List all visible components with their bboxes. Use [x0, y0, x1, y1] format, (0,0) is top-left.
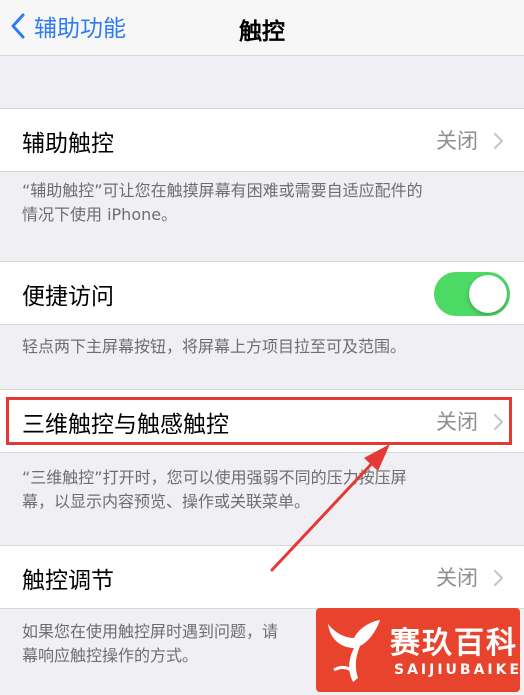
whale-tail-logo: [328, 620, 380, 682]
assistive-touch-row[interactable]: 辅助触控 关闭: [0, 108, 524, 172]
reachability-row: 便捷访问: [0, 261, 524, 325]
reachability-label: 便捷访问: [22, 284, 114, 310]
chevron-right-icon: [493, 132, 504, 150]
toggle-knob: [469, 275, 507, 313]
navigation-bar: 辅助功能 触控: [0, 0, 524, 56]
assistive-touch-value: 关闭: [436, 129, 478, 153]
watermark: 赛玖百科 SAIJIUBAIKE: [316, 608, 520, 692]
touch-accommodations-row[interactable]: 触控调节 关闭: [0, 545, 524, 609]
assistive-touch-footer: “辅助触控”可让您在触摸屏幕有困难或需要自适应配件的 情况下使用 iPhone。: [22, 181, 423, 224]
reachability-toggle[interactable]: [434, 272, 510, 316]
reachability-footer: 轻点两下主屏幕按钮，将屏幕上方项目拉至可及范围。: [22, 337, 407, 356]
assistive-touch-label: 辅助触控: [22, 131, 114, 157]
watermark-subtitle: SAIJIUBAIKE: [394, 662, 523, 678]
highlight-box: [6, 397, 512, 445]
watermark-title: 赛玖百科: [390, 626, 518, 661]
touch-accommodations-value: 关闭: [436, 566, 478, 590]
page-title: 触控: [239, 19, 285, 45]
3d-touch-footer: “三维触控”打开时，您可以使用强弱不同的压力按压屏 幕，以显示内容预览、操作或关…: [22, 468, 407, 511]
chevron-right-icon: [493, 569, 504, 587]
touch-accommodations-label: 触控调节: [22, 568, 114, 594]
